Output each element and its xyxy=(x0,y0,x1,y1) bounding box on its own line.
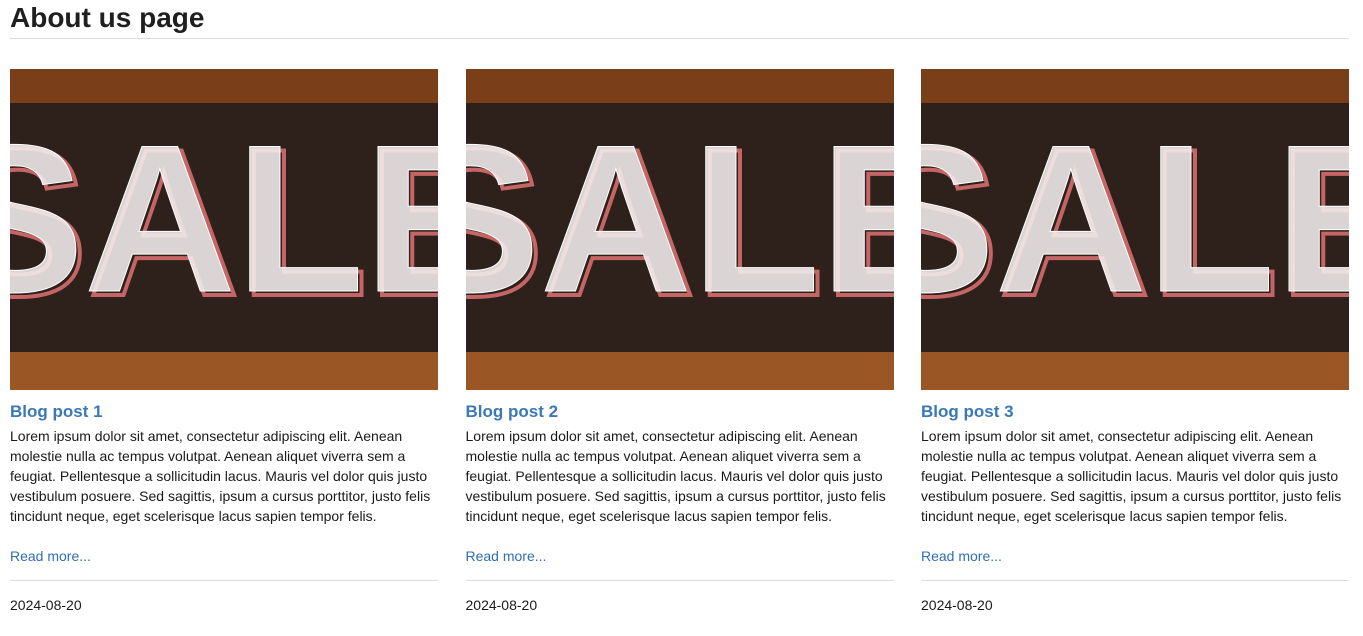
post-date: 2024-08-20 xyxy=(921,597,993,613)
card-divider xyxy=(10,580,438,581)
post-date: 2024-08-20 xyxy=(10,597,82,613)
post-excerpt: Lorem ipsum dolor sit amet, consectetur … xyxy=(921,428,1342,524)
blog-post-card: SALE SALE Blog post 2 Lorem ipsum dolor … xyxy=(465,69,894,614)
sale-image-text: SALE xyxy=(10,101,438,336)
post-date: 2024-08-20 xyxy=(465,597,538,613)
sale-image-text: SALE xyxy=(466,101,894,336)
post-excerpt: Lorem ipsum dolor sit amet, consectetur … xyxy=(465,428,886,524)
title-divider xyxy=(10,38,1349,39)
about-page: About us page SALE SALE Blog post 1 Lore… xyxy=(0,0,1363,636)
sale-chalkboard-image[interactable]: SALE SALE xyxy=(465,69,894,390)
read-more-link[interactable]: Read more... xyxy=(466,546,894,566)
page-title: About us page xyxy=(10,2,205,33)
read-more-link[interactable]: Read more... xyxy=(921,546,1349,566)
sale-chalkboard-image[interactable]: SALE SALE xyxy=(10,69,438,390)
read-more-link[interactable]: Read more... xyxy=(10,546,438,566)
post-excerpt: Lorem ipsum dolor sit amet, consectetur … xyxy=(10,428,431,524)
card-divider xyxy=(921,580,1349,581)
sale-image-text: SALE xyxy=(921,101,1349,336)
blog-posts-grid: SALE SALE Blog post 1 Lorem ipsum dolor … xyxy=(10,69,1349,614)
sale-chalkboard-image[interactable]: SALE SALE xyxy=(921,69,1349,390)
blog-post-card: SALE SALE Blog post 1 Lorem ipsum dolor … xyxy=(10,69,438,614)
blog-post-card: SALE SALE Blog post 3 Lorem ipsum dolor … xyxy=(921,69,1349,614)
card-divider xyxy=(465,580,894,581)
post-title[interactable]: Blog post 1 xyxy=(10,402,438,422)
post-title[interactable]: Blog post 2 xyxy=(466,402,894,422)
post-title[interactable]: Blog post 3 xyxy=(921,402,1349,422)
